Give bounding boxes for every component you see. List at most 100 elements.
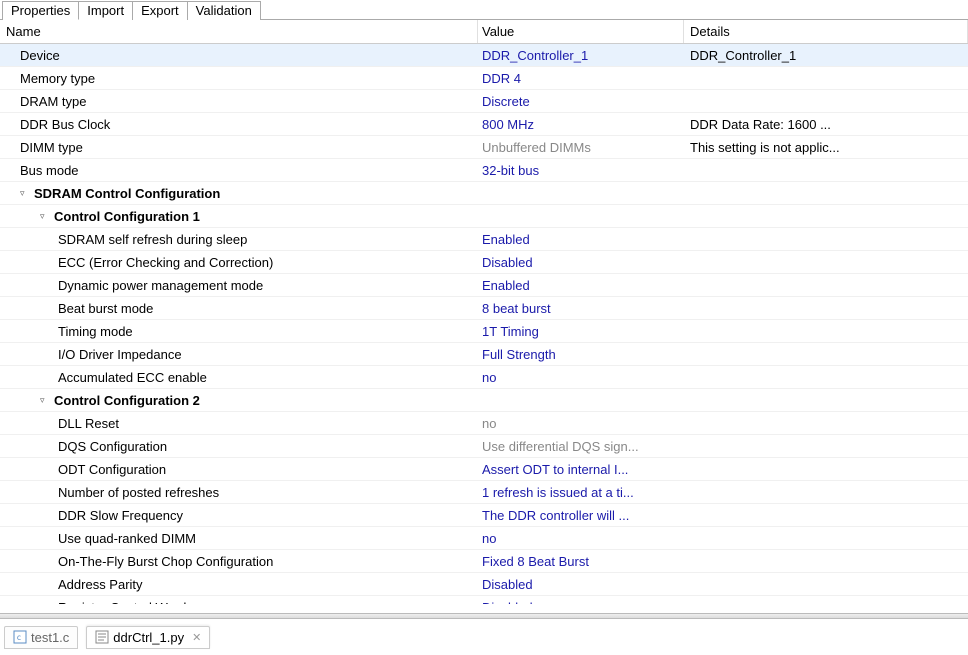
table-row[interactable]: DQS Configuration Use differential DQS si…: [0, 435, 968, 458]
table-row[interactable]: Dynamic power management mode Enabled: [0, 274, 968, 297]
property-name: Timing mode: [58, 324, 133, 339]
column-header-details[interactable]: Details: [684, 20, 968, 43]
property-name: Address Parity: [58, 577, 143, 592]
property-details: DDR Data Rate: 1600 ...: [684, 117, 968, 132]
editor-tab-label: test1.c: [31, 630, 69, 645]
property-value[interactable]: Enabled: [478, 278, 684, 293]
chevron-down-icon[interactable]: ▿: [20, 188, 30, 199]
sash-divider[interactable]: [0, 613, 968, 619]
property-name-cell: ▿ SDRAM Control Configuration: [0, 186, 478, 201]
property-value[interactable]: Disabled: [478, 577, 684, 592]
table-row[interactable]: SDRAM self refresh during sleepEnabled: [0, 228, 968, 251]
property-name: DIMM type: [20, 140, 83, 155]
property-value[interactable]: DDR 4: [478, 71, 684, 86]
property-name: SDRAM Control Configuration: [34, 186, 220, 201]
table-row[interactable]: Number of posted refreshes 1 refresh is i…: [0, 481, 968, 504]
top-tabs: Properties Import Export Validation: [0, 0, 968, 20]
property-value[interactable]: 800 MHz: [478, 117, 684, 132]
table-row[interactable]: ▿Control Configuration 1: [0, 205, 968, 228]
svg-text:c: c: [17, 633, 22, 642]
table-row[interactable]: ▿Control Configuration 2: [0, 389, 968, 412]
table-row[interactable]: DRAM type Discrete: [0, 90, 968, 113]
column-header-value[interactable]: Value: [478, 20, 684, 43]
property-value[interactable]: Fixed 8 Beat Burst: [478, 554, 684, 569]
property-value[interactable]: Use differential DQS sign...: [478, 439, 684, 454]
property-name: DQS Configuration: [58, 439, 167, 454]
property-name-cell: DRAM type: [0, 94, 478, 109]
tab-import[interactable]: Import: [78, 1, 133, 20]
property-name-cell: ▿Control Configuration 2: [0, 393, 478, 408]
table-row[interactable]: Use quad-ranked DIMMno: [0, 527, 968, 550]
table-row[interactable]: ▿ SDRAM Control Configuration: [0, 182, 968, 205]
property-value[interactable]: The DDR controller will ...: [478, 508, 684, 523]
property-value[interactable]: Assert ODT to internal I...: [478, 462, 684, 477]
table-row[interactable]: Timing mode 1T Timing: [0, 320, 968, 343]
property-name: Number of posted refreshes: [58, 485, 219, 500]
table-row[interactable]: Memory typeDDR 4: [0, 67, 968, 90]
property-value[interactable]: no: [478, 370, 684, 385]
property-name-cell: Address Parity: [0, 577, 478, 592]
property-value[interactable]: no: [478, 531, 684, 546]
tab-validation[interactable]: Validation: [187, 1, 261, 20]
property-name: DDR Bus Clock: [20, 117, 110, 132]
table-header: Name Value Details: [0, 20, 968, 44]
table-row[interactable]: DDR Slow Frequency The DDR controller wil…: [0, 504, 968, 527]
property-value[interactable]: Unbuffered DIMMs: [478, 140, 684, 155]
property-name: On-The-Fly Burst Chop Configuration: [58, 554, 273, 569]
property-name: Register Control Word: [58, 600, 186, 605]
column-header-name[interactable]: Name: [0, 20, 478, 43]
table-row[interactable]: Bus mode 32-bit bus: [0, 159, 968, 182]
property-value[interactable]: 1T Timing: [478, 324, 684, 339]
tab-properties[interactable]: Properties: [2, 1, 79, 20]
property-name: Bus mode: [20, 163, 79, 178]
properties-table: DeviceDDR_Controller_1DDR_Controller_1Me…: [0, 44, 968, 604]
property-name: ODT Configuration: [58, 462, 166, 477]
property-name: DDR Slow Frequency: [58, 508, 183, 523]
property-name: DRAM type: [20, 94, 86, 109]
property-name-cell: DLL Reset: [0, 416, 478, 431]
property-value[interactable]: Full Strength: [478, 347, 684, 362]
table-row[interactable]: Beat burst mode 8 beat burst: [0, 297, 968, 320]
property-name: Dynamic power management mode: [58, 278, 263, 293]
property-value[interactable]: Enabled: [478, 232, 684, 247]
property-name-cell: Memory type: [0, 71, 478, 86]
table-row[interactable]: DeviceDDR_Controller_1DDR_Controller_1: [0, 44, 968, 67]
property-name-cell: Timing mode: [0, 324, 478, 339]
table-row[interactable]: DIMM typeUnbuffered DIMMsThis setting is…: [0, 136, 968, 159]
property-name-cell: ODT Configuration: [0, 462, 478, 477]
table-row[interactable]: DDR Bus Clock 800 MHzDDR Data Rate: 1600 …: [0, 113, 968, 136]
property-name-cell: On-The-Fly Burst Chop Configuration: [0, 554, 478, 569]
property-name-cell: DIMM type: [0, 140, 478, 155]
editor-tab-ddrctrl[interactable]: ddrCtrl_1.py ✕: [86, 626, 210, 649]
table-row[interactable]: I/O Driver ImpedanceFull Strength: [0, 343, 968, 366]
table-row[interactable]: On-The-Fly Burst Chop Configuration Fixed…: [0, 550, 968, 573]
property-name: Accumulated ECC enable: [58, 370, 207, 385]
property-value[interactable]: Disabled: [478, 600, 684, 605]
property-name-cell: Dynamic power management mode: [0, 278, 478, 293]
property-value[interactable]: 32-bit bus: [478, 163, 684, 178]
tab-export[interactable]: Export: [132, 1, 188, 20]
table-row[interactable]: Accumulated ECC enable no: [0, 366, 968, 389]
py-file-icon: [95, 630, 109, 644]
close-icon[interactable]: ✕: [192, 631, 201, 644]
property-value[interactable]: no: [478, 416, 684, 431]
property-name-cell: SDRAM self refresh during sleep: [0, 232, 478, 247]
property-value[interactable]: 8 beat burst: [478, 301, 684, 316]
chevron-down-icon[interactable]: ▿: [40, 211, 50, 222]
property-name: Device: [20, 48, 60, 63]
chevron-down-icon[interactable]: ▿: [40, 395, 50, 406]
table-row[interactable]: ECC (Error Checking and Correction) Disab…: [0, 251, 968, 274]
property-name: Beat burst mode: [58, 301, 153, 316]
table-row[interactable]: Address Parity Disabled: [0, 573, 968, 596]
c-file-icon: c: [13, 630, 27, 644]
table-row[interactable]: ODT Configuration Assert ODT to internal …: [0, 458, 968, 481]
editor-tab-test1[interactable]: c test1.c: [4, 626, 78, 649]
table-row[interactable]: Register Control Word Disabled: [0, 596, 968, 604]
property-value[interactable]: Discrete: [478, 94, 684, 109]
property-name: ECC (Error Checking and Correction): [58, 255, 273, 270]
table-row[interactable]: DLL Resetno: [0, 412, 968, 435]
property-value[interactable]: DDR_Controller_1: [478, 48, 684, 63]
property-value[interactable]: 1 refresh is issued at a ti...: [478, 485, 684, 500]
property-name-cell: Bus mode: [0, 163, 478, 178]
property-value[interactable]: Disabled: [478, 255, 684, 270]
